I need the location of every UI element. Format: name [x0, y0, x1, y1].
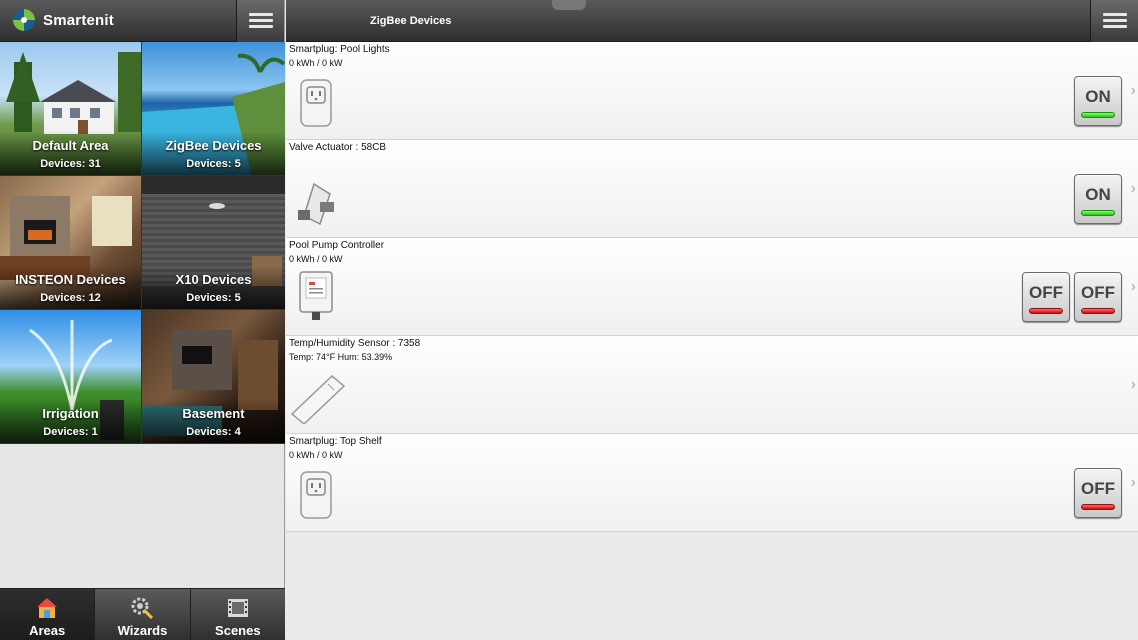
area-name: Irrigation [42, 406, 99, 421]
device-status: Temp: 74°F Hum: 53.39% [289, 352, 393, 362]
nav-areas[interactable]: Areas [0, 589, 96, 640]
devices-panel: ZigBee Devices Smartplug: Pool Lights 0 … [286, 0, 1138, 640]
device-row-temp-humidity-sensor[interactable]: Temp/Humidity Sensor : 7358 Temp: 74°F H… [286, 336, 1138, 434]
nav-label: Scenes [215, 623, 261, 638]
smartenit-logo-icon [13, 9, 35, 31]
device-row-pool-lights[interactable]: Smartplug: Pool Lights 0 kWh / 0 kW ON › [286, 42, 1138, 140]
toggle-label: OFF [1081, 479, 1115, 498]
smartplug-icon [300, 79, 332, 127]
app-header: Smartenit [0, 0, 284, 42]
area-tile-basement[interactable]: Basement Devices: 4 [142, 310, 285, 444]
chevron-right-icon[interactable]: › [1131, 278, 1136, 296]
area-device-count: Devices: 5 [186, 158, 241, 170]
power-toggle-button-1[interactable]: OFF [1022, 272, 1070, 322]
nav-label: Areas [29, 623, 66, 638]
off-indicator-bar [1081, 308, 1115, 314]
device-status: 0 kWh / 0 kW [289, 58, 343, 68]
area-tile-zigbee-devices[interactable]: ZigBee Devices Devices: 5 [142, 42, 285, 176]
nav-scenes[interactable]: Scenes [191, 589, 285, 640]
house-icon [37, 598, 58, 618]
on-indicator-bar [1081, 112, 1115, 118]
area-tile-insteon-devices[interactable]: INSTEON Devices Devices: 12 [0, 176, 142, 310]
area-name: Basement [182, 406, 245, 421]
area-name: X10 Devices [175, 272, 252, 287]
pull-tab-handle[interactable] [552, 0, 586, 10]
toggle-label: OFF [1029, 283, 1063, 302]
device-row-pool-pump-controller[interactable]: Pool Pump Controller 0 kWh / 0 kW OFF OF… [286, 238, 1138, 336]
area-device-count: Devices: 31 [40, 158, 101, 170]
area-tile-default-area[interactable]: Default Area Devices: 31 [0, 42, 142, 176]
panel-title: ZigBee Devices [370, 15, 452, 27]
toggle-label: ON [1085, 87, 1111, 106]
device-name: Temp/Humidity Sensor : 7358 [289, 338, 421, 349]
area-tile-irrigation[interactable]: Irrigation Devices: 1 [0, 310, 142, 444]
area-grid: Default Area Devices: 31 ZigBee Devices … [0, 42, 285, 444]
film-icon [227, 599, 248, 617]
chevron-right-icon[interactable]: › [1131, 474, 1136, 492]
device-row-top-shelf[interactable]: Smartplug: Top Shelf 0 kWh / 0 kW OFF › [286, 434, 1138, 532]
nav-label: Wizards [117, 623, 168, 638]
area-name: ZigBee Devices [165, 138, 262, 153]
toggle-label: OFF [1081, 283, 1115, 302]
off-indicator-bar [1029, 308, 1063, 314]
nav-wizards[interactable]: Wizards [95, 589, 191, 640]
valve-actuator-icon [298, 182, 334, 226]
panel-header: ZigBee Devices [286, 0, 1138, 42]
sensor-icon [290, 374, 346, 424]
gear-wand-icon [131, 597, 154, 620]
bottom-nav: Areas Wizards Scenes [0, 588, 285, 640]
areas-panel: Smartenit Default Area Devices: 31 ZigBe… [0, 0, 285, 640]
chevron-right-icon[interactable]: › [1131, 376, 1136, 394]
power-toggle-button-2[interactable]: OFF [1074, 272, 1122, 322]
area-tile-x10-devices[interactable]: X10 Devices Devices: 5 [142, 176, 285, 310]
device-status: 0 kWh / 0 kW [289, 450, 343, 460]
area-device-count: Devices: 4 [186, 426, 241, 438]
power-toggle-button[interactable]: ON [1074, 76, 1122, 126]
app-title: Smartenit [43, 12, 114, 29]
device-name: Smartplug: Top Shelf [289, 436, 382, 447]
device-name: Pool Pump Controller [289, 240, 385, 251]
chevron-right-icon[interactable]: › [1131, 82, 1136, 100]
on-indicator-bar [1081, 210, 1115, 216]
right-menu-button[interactable] [1090, 0, 1138, 42]
chevron-right-icon[interactable]: › [1131, 180, 1136, 198]
power-toggle-button[interactable]: ON [1074, 174, 1122, 224]
area-name: Default Area [32, 138, 109, 153]
area-device-count: Devices: 1 [43, 426, 98, 438]
pump-controller-icon [299, 271, 333, 320]
power-toggle-button[interactable]: OFF [1074, 468, 1122, 518]
area-device-count: Devices: 5 [186, 292, 241, 304]
area-device-count: Devices: 12 [40, 292, 101, 304]
toggle-label: ON [1085, 185, 1111, 204]
device-row-valve-actuator[interactable]: Valve Actuator : 58CB ON › [286, 140, 1138, 238]
left-menu-button[interactable] [236, 0, 284, 42]
smartplug-icon [300, 471, 332, 519]
device-name: Valve Actuator : 58CB [289, 142, 387, 153]
device-name: Smartplug: Pool Lights [289, 44, 390, 55]
off-indicator-bar [1081, 504, 1115, 510]
area-name: INSTEON Devices [15, 272, 126, 287]
device-status: 0 kWh / 0 kW [289, 254, 343, 264]
